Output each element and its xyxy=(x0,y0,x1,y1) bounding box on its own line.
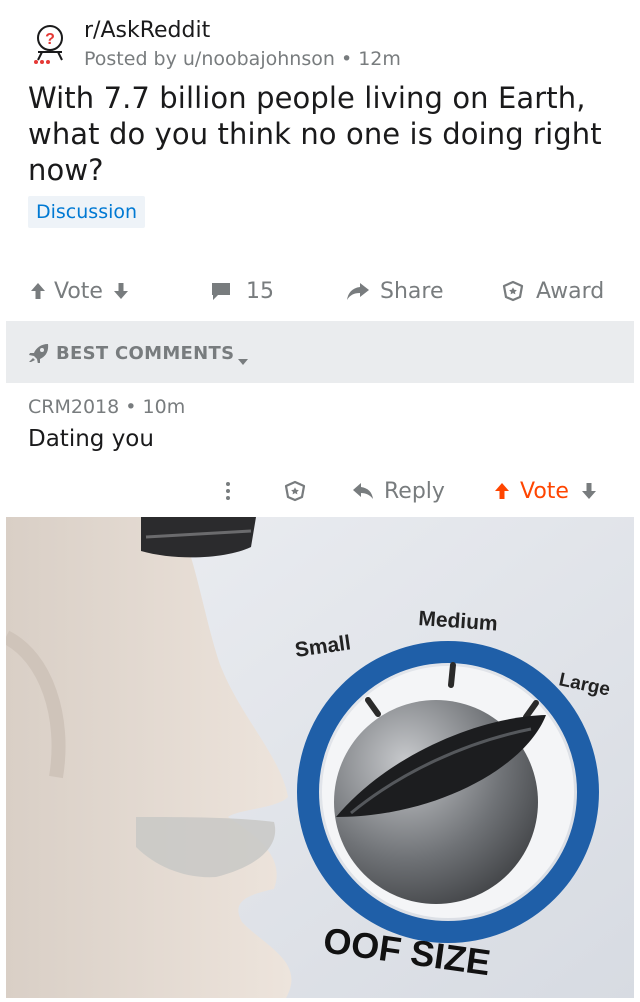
award-icon[interactable] xyxy=(284,470,306,512)
post-title[interactable]: With 7.7 billion people living on Earth,… xyxy=(28,80,618,188)
comment-time: 10m xyxy=(142,396,186,418)
comments-button[interactable]: 15 xyxy=(210,270,274,312)
svg-text:?: ? xyxy=(45,31,55,48)
subreddit-icon[interactable]: ? xyxy=(28,22,72,66)
comment-icon xyxy=(210,281,232,301)
vote-label: Vote xyxy=(54,278,103,304)
award-icon xyxy=(502,280,524,302)
reply-label: Reply xyxy=(384,478,445,504)
meta-separator: • xyxy=(340,48,359,70)
caret-down-icon xyxy=(237,351,249,370)
comment-action-bar: Reply Vote xyxy=(0,470,640,512)
reply-button[interactable]: Reply xyxy=(352,470,445,512)
post-author[interactable]: Posted by u/noobajohnson xyxy=(84,48,335,70)
downvote-arrow-icon[interactable] xyxy=(113,282,129,300)
comment-vote-control: Vote xyxy=(494,470,597,512)
post-flair[interactable]: Discussion xyxy=(28,196,146,228)
sort-label: BEST COMMENTS xyxy=(56,343,235,364)
share-button[interactable]: Share xyxy=(346,270,444,312)
subreddit-name[interactable]: r/AskReddit xyxy=(84,18,210,43)
comment-image[interactable]: Small Medium Large OOF SIZE xyxy=(6,517,634,998)
comment-vote-label: Vote xyxy=(520,478,569,504)
comment-body: Dating you xyxy=(28,426,154,452)
meta-separator: • xyxy=(125,396,143,418)
vote-control: Vote xyxy=(30,270,129,312)
rocket-icon xyxy=(28,343,50,367)
upvote-arrow-icon[interactable] xyxy=(30,282,46,300)
downvote-arrow-icon[interactable] xyxy=(581,482,597,500)
comment-author[interactable]: CRM2018 xyxy=(28,396,119,418)
comment-meta: CRM2018 • 10m xyxy=(28,396,185,418)
award-label: Award xyxy=(536,278,605,304)
share-label: Share xyxy=(380,278,444,304)
upvote-arrow-icon[interactable] xyxy=(494,482,510,500)
comments-count: 15 xyxy=(246,278,274,304)
more-dots-icon[interactable] xyxy=(224,470,232,512)
comment-sort-bar[interactable]: BEST COMMENTS xyxy=(6,321,634,383)
post-action-bar: Vote 15 Share Award xyxy=(0,270,640,312)
award-button[interactable]: Award xyxy=(502,270,604,312)
post-meta: Posted by u/noobajohnson • 12m xyxy=(84,48,401,70)
post-header: ? r/AskReddit Posted by u/noobajohnson •… xyxy=(28,16,618,72)
post-time: 12m xyxy=(358,48,401,70)
reply-arrow-icon xyxy=(352,482,374,500)
share-arrow-icon xyxy=(346,281,370,301)
